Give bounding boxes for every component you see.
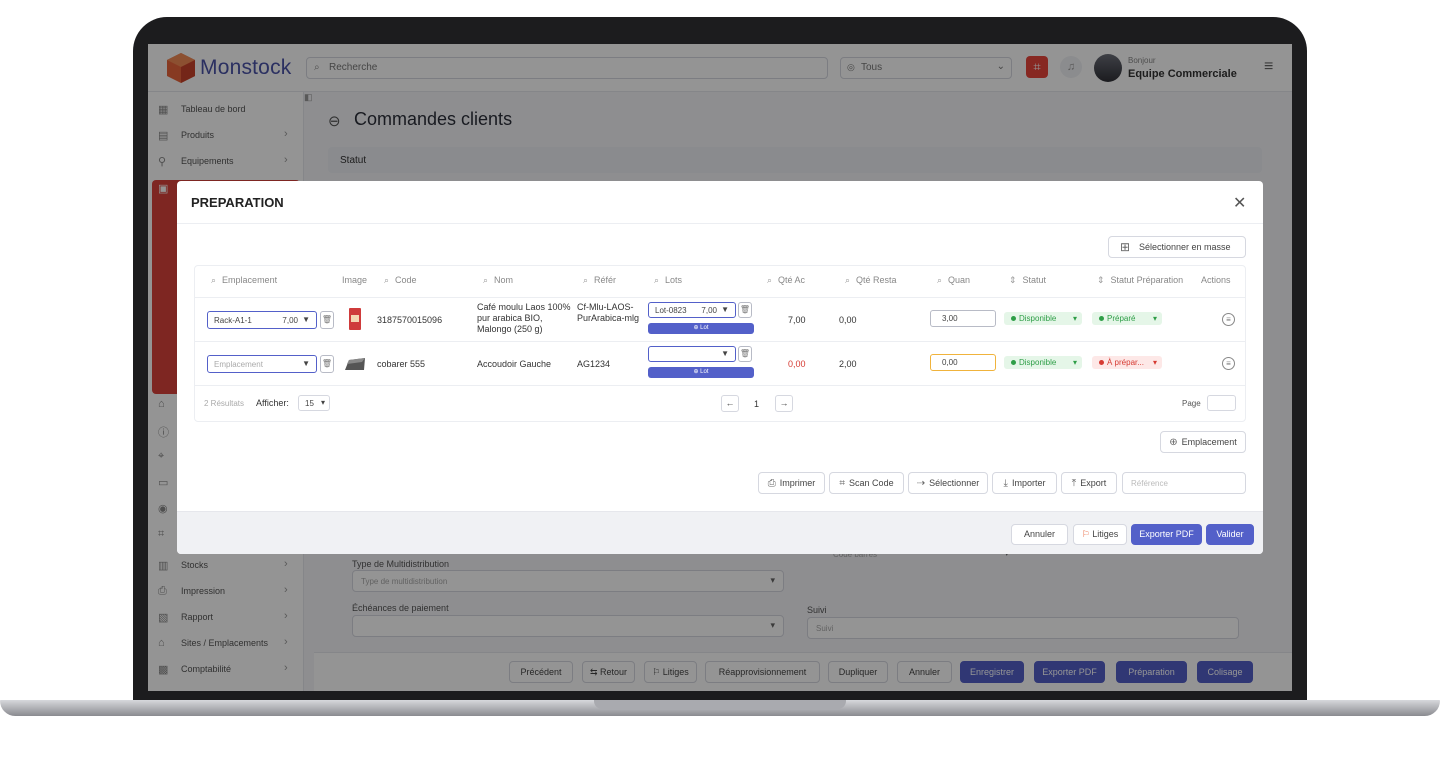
trash-icon[interactable]: 🗑 [738,346,752,362]
search-icon: ⌕ [483,275,489,285]
col-qte-resta[interactable]: ⌕ Qté Resta [845,275,897,286]
laptop-notch [594,700,846,709]
download-icon: ⤓ [1003,478,1008,489]
lot-select[interactable]: Lot-0823 7,00 ▼ [648,302,736,318]
search-icon: ⌕ [767,275,773,285]
afficher-label: Afficher: [256,398,289,408]
plus-circle-icon: ⊕ [1169,437,1178,448]
row-menu-icon[interactable]: ≡ [1222,357,1235,370]
modal-footer: Annuler ⚐ Litiges Exporter PDF Valider [177,511,1263,554]
col-quantite[interactable]: ⌕ Quan [937,275,970,286]
caret-down-icon: ▼ [302,359,310,368]
search-icon: ⌕ [937,275,943,285]
divider [177,223,1263,224]
lot-select[interactable]: ▼ [648,346,736,362]
annuler-button[interactable]: Annuler [1011,524,1068,545]
col-statut[interactable]: ⇕ Statut [1009,275,1046,286]
modal-title: PREPARATION [191,195,284,210]
importer-button[interactable]: ⤓ Importer [992,472,1057,494]
col-statut-prep[interactable]: ⇕ Statut Préparation [1097,275,1183,286]
row-refer: AG1234 [577,359,611,369]
search-icon: ⌕ [583,275,589,285]
caret-down-icon: ▼ [302,315,310,324]
mass-select-button[interactable]: ⊞ Sélectionner en masse [1108,236,1246,258]
preparation-modal: PREPARATION ✕ ⊞ Sélectionner en masse ⌕ E… [177,181,1263,554]
caret-down-icon: ▼ [721,305,729,314]
row-refer: Cf-Mlu-LAOS-PurArabica-mlg [577,302,640,323]
row-qte-ac: 7,00 [788,315,806,325]
row-nom: Accoudoir Gauche [477,359,552,369]
scan-icon: ⌗ [839,478,846,489]
prep-status-badge[interactable]: À prépar... ▾ [1092,356,1162,369]
sort-icon: ⇕ [1097,275,1105,285]
col-emplacement[interactable]: ⌕ Emplacement [211,275,277,286]
valider-button[interactable]: Valider [1206,524,1254,545]
add-lot-button[interactable]: ⊕ Lot [648,367,754,378]
search-icon: ⌕ [211,275,217,285]
printer-icon: ⎙ [767,478,776,489]
preparation-table [194,265,1246,422]
row-divider [194,385,1246,386]
caret-down-icon: ▼ [721,349,729,358]
export-button[interactable]: ⤒ Export [1061,472,1117,494]
add-lot-button[interactable]: ⊕ Lot [648,323,754,334]
search-icon: ⌕ [654,275,660,285]
row-code: cobarer 555 [377,359,426,369]
row-divider [194,341,1246,342]
col-actions: Actions [1201,275,1231,285]
row-code: 3187570015096 [377,315,443,325]
current-page: 1 [754,399,760,409]
next-page-button[interactable]: → [775,395,793,412]
results-count: 2 Résultats [204,399,245,408]
add-emplacement-button[interactable]: ⊕ Emplacement [1160,431,1246,453]
emplacement-select[interactable]: Rack-A1-1 7,00 ▼ [207,311,317,329]
col-code[interactable]: ⌕ Code [384,275,417,286]
emplacement-select[interactable]: Emplacement ▼ [207,355,317,373]
page-size-select[interactable]: 15 ▾ [298,395,330,411]
quantity-input[interactable]: 3,00 [930,310,996,327]
col-nom[interactable]: ⌕ Nom [483,275,513,286]
sort-icon: ⇕ [1009,275,1017,285]
prep-status-badge[interactable]: Préparé ▾ [1092,312,1162,325]
imprimer-button[interactable]: ⎙ Imprimer [758,472,825,494]
reference-input[interactable]: Référence [1122,472,1246,494]
caret-down-icon: ▾ [320,398,325,407]
trash-icon[interactable]: 🗑 [320,355,334,373]
row-qte-ac: 0,00 [788,359,806,369]
qr-icon: ⊞ [1120,240,1131,254]
col-image: Image [342,275,368,285]
search-icon: ⌕ [384,275,390,285]
select-icon: ⇢ [916,478,926,489]
selectionner-button[interactable]: ⇢ Sélectionner [908,472,988,494]
page-label: Page [1182,399,1201,408]
col-lots[interactable]: ⌕ Lots [654,275,682,286]
product-image[interactable] [348,308,362,330]
prev-page-button[interactable]: ← [721,395,739,412]
row-qte-resta: 2,00 [839,359,857,369]
export-pdf-button[interactable]: Exporter PDF [1131,524,1202,545]
trash-icon[interactable]: 🗑 [320,311,334,329]
col-refer[interactable]: ⌕ Référ [583,275,616,286]
screen: Monstock ⌕ Recherche ◎ Tous ⌄ ⌗ ♫ Bonjou… [148,44,1292,691]
quantity-input[interactable]: 0,00 [930,354,996,371]
row-nom: Café moulu Laos 100% pur arabica BIO, Ma… [477,302,571,334]
search-icon: ⌕ [845,275,851,285]
status-badge[interactable]: Disponible ▾ [1004,356,1082,369]
row-menu-icon[interactable]: ≡ [1222,313,1235,326]
col-qte-ac[interactable]: ⌕ Qté Ac [767,275,805,286]
page-input[interactable]: 1 [1207,395,1236,411]
litiges-button[interactable]: ⚐ Litiges [1073,524,1127,545]
scan-code-button[interactable]: ⌗ Scan Code [829,472,904,494]
dispute-icon: ⚐ [1081,529,1093,539]
status-badge[interactable]: Disponible ▾ [1004,312,1082,325]
row-qte-resta: 0,00 [839,315,857,325]
row-divider [194,297,1246,298]
close-icon[interactable]: ✕ [1233,193,1246,213]
upload-icon: ⤒ [1071,478,1077,489]
trash-icon[interactable]: 🗑 [738,302,752,318]
product-image[interactable] [344,356,366,372]
